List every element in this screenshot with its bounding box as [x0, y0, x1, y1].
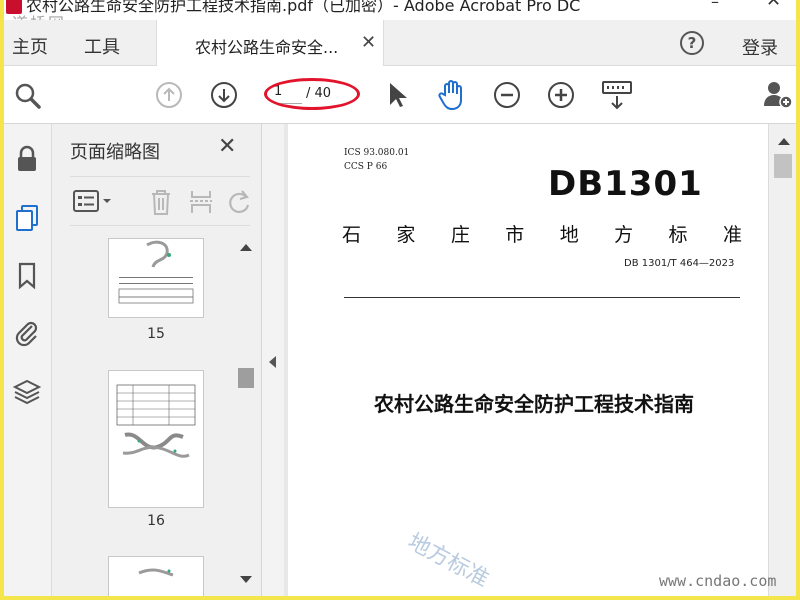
zoom-in-icon[interactable] [546, 80, 576, 110]
issuer-char: 市 [505, 224, 525, 246]
extract-page-icon[interactable] [188, 187, 214, 217]
nav-home[interactable]: 主页 [12, 33, 48, 59]
page-thumbnail[interactable] [108, 238, 204, 318]
db-code: DB1301 [548, 164, 703, 204]
issuer-char: 标 [668, 224, 688, 246]
thumbnail-options-icon[interactable] [72, 189, 114, 215]
issuer-char: 石 [342, 224, 362, 246]
issuer-char: 准 [722, 224, 742, 246]
window-title: 农村公路生命安全防护工程技术指南.pdf（已加密）- Adobe Acrobat… [26, 0, 581, 15]
minimize-button[interactable]: – [711, 0, 719, 11]
document-view[interactable]: ICS 93.080.01 CCS P 66 DB1301 石 家 庄 市 地 … [284, 124, 768, 596]
page-watermark: 地方标准 [403, 529, 493, 593]
bookmark-icon[interactable] [12, 260, 42, 290]
layers-icon[interactable] [12, 376, 42, 406]
keyboard-scroll-icon[interactable] [600, 78, 634, 112]
scroll-up-arrow[interactable] [240, 244, 252, 251]
scroll-thumb[interactable] [774, 154, 792, 178]
select-cursor-icon[interactable] [386, 80, 410, 110]
add-user-icon[interactable] [762, 78, 794, 110]
main-toolbar: 1 / 40 [4, 66, 796, 124]
close-window-button[interactable]: ✕ [766, 0, 781, 11]
close-tab-button[interactable]: ✕ [361, 32, 376, 53]
thumbnail-options-bar [70, 176, 250, 226]
issuer-char: 方 [614, 224, 634, 246]
attachment-icon[interactable] [12, 318, 42, 348]
lock-icon[interactable] [12, 144, 42, 174]
highlight-ring [264, 78, 360, 110]
standard-number: DB 1301/T 464—2023 [624, 258, 735, 269]
ics-code: ICS 93.080.01 [344, 148, 410, 158]
scroll-thumb[interactable] [238, 368, 254, 388]
pdf-page: ICS 93.080.01 CCS P 66 DB1301 石 家 庄 市 地 … [288, 124, 768, 596]
site-watermark: www.cndao.com [659, 572, 777, 590]
page-thumbnails-panel: 页面缩略图 ✕ 15 16 [52, 124, 262, 596]
document-title: 农村公路生命安全防护工程技术指南 [374, 392, 694, 416]
thumbnail-scrollbar[interactable] [236, 236, 256, 594]
zoom-out-icon[interactable] [492, 80, 522, 110]
panel-collapse-strip[interactable] [262, 124, 284, 596]
nav-tools[interactable]: 工具 [84, 33, 120, 59]
hand-tool-icon[interactable] [436, 78, 468, 112]
document-tab[interactable]: 农村公路生命安全... ✕ [156, 20, 384, 66]
thumbnail-page-number: 16 [147, 513, 165, 529]
scroll-up-arrow[interactable] [778, 138, 790, 145]
document-scrollbar[interactable] [768, 124, 796, 596]
help-icon[interactable]: ? [680, 31, 704, 55]
issuer-char: 家 [396, 224, 416, 246]
thumbnail-preview [138, 568, 174, 577]
panel-title: 页面缩略图 [70, 142, 160, 163]
prev-page-icon[interactable] [154, 80, 184, 110]
issuer-name: 石 家 庄 市 地 方 标 准 [342, 220, 742, 247]
close-panel-button[interactable]: ✕ [218, 134, 236, 159]
page-navigator: 1 / 40 [264, 78, 360, 110]
thumbnail-page-number: 15 [147, 326, 165, 342]
issuer-char: 地 [559, 224, 579, 246]
scroll-down-arrow[interactable] [240, 576, 252, 583]
page-thumbnail[interactable] [108, 370, 204, 508]
login-button[interactable]: 登录 [742, 34, 778, 60]
next-page-icon[interactable] [209, 80, 239, 110]
page-thumbnail[interactable] [108, 556, 204, 596]
delete-page-icon[interactable] [148, 187, 174, 217]
header-rule [344, 297, 740, 298]
thumbnail-preview [118, 240, 194, 304]
acrobat-window: 农村公路生命安全防护工程技术指南.pdf（已加密）- Adobe Acrobat… [4, 0, 796, 596]
ccs-code: CCS P 66 [344, 162, 388, 172]
collapse-arrow-icon[interactable] [269, 356, 276, 368]
top-nav: 主页 工具 农村公路生命安全... ✕ ? 登录 [4, 20, 796, 66]
left-tool-rail [4, 124, 52, 596]
rotate-page-icon[interactable] [226, 187, 252, 217]
pages-icon[interactable] [12, 202, 42, 232]
thumbnail-preview [116, 384, 196, 458]
title-bar: 农村公路生命安全防护工程技术指南.pdf（已加密）- Adobe Acrobat… [4, 0, 796, 20]
document-tab-label: 农村公路生命安全... [195, 38, 339, 57]
issuer-char: 庄 [450, 224, 470, 246]
search-icon[interactable] [12, 80, 44, 112]
